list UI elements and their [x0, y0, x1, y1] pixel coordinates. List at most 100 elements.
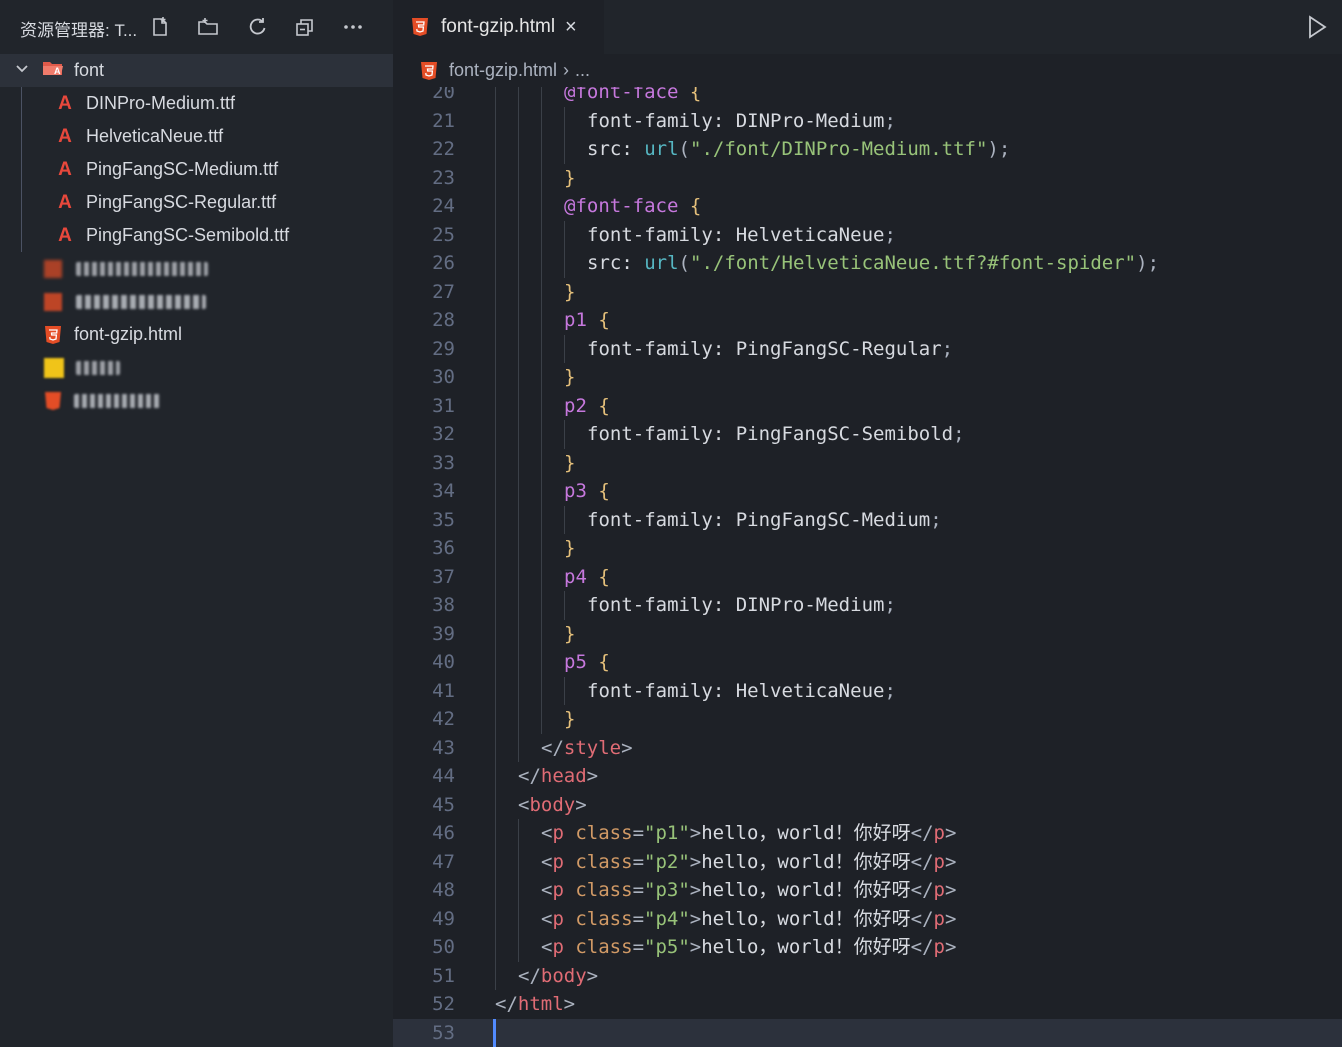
- code-line[interactable]: 20 @font-face {: [393, 87, 1342, 107]
- indent-guide: [541, 363, 542, 392]
- file-item-pingfang-regular[interactable]: A PingFangSC-Regular.ttf: [0, 186, 393, 219]
- line-number: 44: [432, 765, 455, 787]
- breadcrumb-more[interactable]: ...: [575, 60, 590, 81]
- indent-guide: [518, 249, 519, 278]
- code-line[interactable]: 52 </html>: [393, 990, 1342, 1019]
- run-icon[interactable]: [1304, 14, 1330, 40]
- code-line[interactable]: 48 <p class="p3">hello，world！你好呀</p>: [393, 876, 1342, 905]
- file-label: HelveticaNeue.ttf: [86, 126, 224, 146]
- file-item-dinpro[interactable]: A DINPro-Medium.ttf: [0, 87, 393, 120]
- indent-guide: [518, 733, 519, 762]
- code-line[interactable]: 36}: [393, 534, 1342, 563]
- code-line[interactable]: 33}: [393, 448, 1342, 477]
- indent-guide: [495, 220, 496, 249]
- file-item-redacted-2[interactable]: [0, 285, 393, 318]
- code-text: src: url("./font/DINPro-Medium.ttf");: [587, 138, 1011, 160]
- code-line[interactable]: 21 font-family: DINPro-Medium;: [393, 106, 1342, 135]
- code-line[interactable]: 28 p1 {: [393, 306, 1342, 335]
- refresh-icon[interactable]: [243, 13, 271, 41]
- code-line[interactable]: 46 <p class="p1">hello，world！你好呀</p>: [393, 819, 1342, 848]
- line-number: 45: [432, 793, 455, 816]
- file-item-font-gzip[interactable]: font-gzip.html: [0, 318, 393, 351]
- code-line[interactable]: 45 <body>: [393, 790, 1342, 819]
- code-line[interactable]: 50 <p class="p5">hello，world！你好呀</p>: [393, 933, 1342, 962]
- code-text: }: [564, 451, 576, 474]
- indent-guide: [541, 534, 542, 563]
- text-cursor: [493, 1018, 496, 1047]
- indent-guide: [518, 705, 519, 734]
- indent-guide: [495, 961, 496, 990]
- code-line[interactable]: 53: [393, 1018, 1342, 1047]
- indent-guide: [541, 306, 542, 335]
- code-text: p2 {: [564, 394, 610, 417]
- code-line[interactable]: 41 font-family: HelveticaNeue;: [393, 676, 1342, 705]
- line-number: 38: [432, 594, 455, 616]
- code-line[interactable]: 47 <p class="p2">hello，world！你好呀</p>: [393, 847, 1342, 876]
- code-line[interactable]: 51 </body>: [393, 961, 1342, 990]
- close-icon[interactable]: ×: [565, 16, 577, 39]
- code-line[interactable]: 35 font-family: PingFangSC-Medium;: [393, 505, 1342, 534]
- file-label: DINPro-Medium.ttf: [86, 93, 236, 113]
- code-line[interactable]: 24 @font-face {: [393, 192, 1342, 221]
- indent-guide: [541, 135, 542, 164]
- file-label: PingFangSC-Regular.ttf: [86, 192, 277, 212]
- code-line[interactable]: 23}: [393, 163, 1342, 192]
- indent-guide: [518, 534, 519, 563]
- collapse-all-icon[interactable]: [291, 13, 319, 41]
- folder-font[interactable]: A font: [0, 54, 393, 87]
- indent-guide: [518, 591, 519, 620]
- indent-guide: [541, 220, 542, 249]
- code-line[interactable]: 32 font-family: PingFangSC-Semibold;: [393, 420, 1342, 449]
- code-line[interactable]: 25 font-family: HelveticaNeue;: [393, 220, 1342, 249]
- file-label: PingFangSC-Medium.ttf: [86, 159, 279, 179]
- code-line[interactable]: 49 <p class="p4">hello，world！你好呀</p>: [393, 904, 1342, 933]
- code-line[interactable]: 30}: [393, 363, 1342, 392]
- file-item-pingfang-semibold[interactable]: A PingFangSC-Semibold.ttf: [0, 219, 393, 252]
- indent-guide: [518, 562, 519, 591]
- code-line[interactable]: 34 p3 {: [393, 477, 1342, 506]
- breadcrumb-file[interactable]: font-gzip.html: [449, 60, 557, 81]
- code-line[interactable]: 40 p5 {: [393, 648, 1342, 677]
- indent-guide: [564, 135, 565, 164]
- code-line[interactable]: 27}: [393, 277, 1342, 306]
- indent-guide: [495, 391, 496, 420]
- file-item-pingfang-medium[interactable]: A PingFangSC-Medium.ttf: [0, 153, 393, 186]
- code-text: font-family: HelveticaNeue;: [587, 223, 896, 246]
- file-item-helvetica[interactable]: A HelveticaNeue.ttf: [0, 120, 393, 153]
- code-line[interactable]: 26 src: url("./font/HelveticaNeue.ttf?#fo…: [393, 249, 1342, 278]
- code-line[interactable]: 37 p4 {: [393, 562, 1342, 591]
- code-editor[interactable]: 20 @font-face {21 font-family: DINPro-Medi…: [393, 87, 1342, 1047]
- new-file-icon[interactable]: [146, 13, 174, 41]
- indent-guide: [541, 676, 542, 705]
- file-item-redacted-3[interactable]: [0, 351, 393, 384]
- line-number: 32: [432, 423, 455, 445]
- code-text: src: url("./font/HelveticaNeue.ttf?#font…: [587, 252, 1160, 274]
- code-line[interactable]: 22 src: url("./font/DINPro-Medium.ttf");: [393, 135, 1342, 164]
- line-number: 37: [432, 565, 455, 588]
- new-folder-icon[interactable]: [194, 13, 222, 41]
- code-text: <p class="p5">hello，world！你好呀</p>: [541, 936, 957, 958]
- code-line[interactable]: 31 p2 {: [393, 391, 1342, 420]
- code-line[interactable]: 38 font-family: DINPro-Medium;: [393, 591, 1342, 620]
- tab-font-gzip[interactable]: font-gzip.html ×: [393, 0, 604, 54]
- line-number: 28: [432, 309, 455, 331]
- line-number: 20: [432, 87, 455, 103]
- js-file-icon: [44, 357, 64, 378]
- html5-icon: [420, 61, 438, 81]
- chevron-down-icon: [14, 60, 34, 81]
- indent-guide: [495, 705, 496, 734]
- code-line[interactable]: 29 font-family: PingFangSC-Regular;: [393, 334, 1342, 363]
- more-icon[interactable]: [339, 13, 367, 41]
- indent-guide: [541, 163, 542, 192]
- indent-guide: [518, 477, 519, 506]
- file-item-redacted-4[interactable]: [0, 384, 393, 417]
- file-item-redacted-1[interactable]: [0, 252, 393, 285]
- file-label: PingFangSC-Semibold.ttf: [86, 225, 290, 245]
- indent-guide: [541, 87, 542, 107]
- indent-guide: [495, 477, 496, 506]
- html-file-icon: [44, 292, 62, 311]
- code-line[interactable]: 44 </head>: [393, 762, 1342, 791]
- code-line[interactable]: 39}: [393, 619, 1342, 648]
- code-line[interactable]: 42}: [393, 705, 1342, 734]
- code-line[interactable]: 43 </style>: [393, 733, 1342, 762]
